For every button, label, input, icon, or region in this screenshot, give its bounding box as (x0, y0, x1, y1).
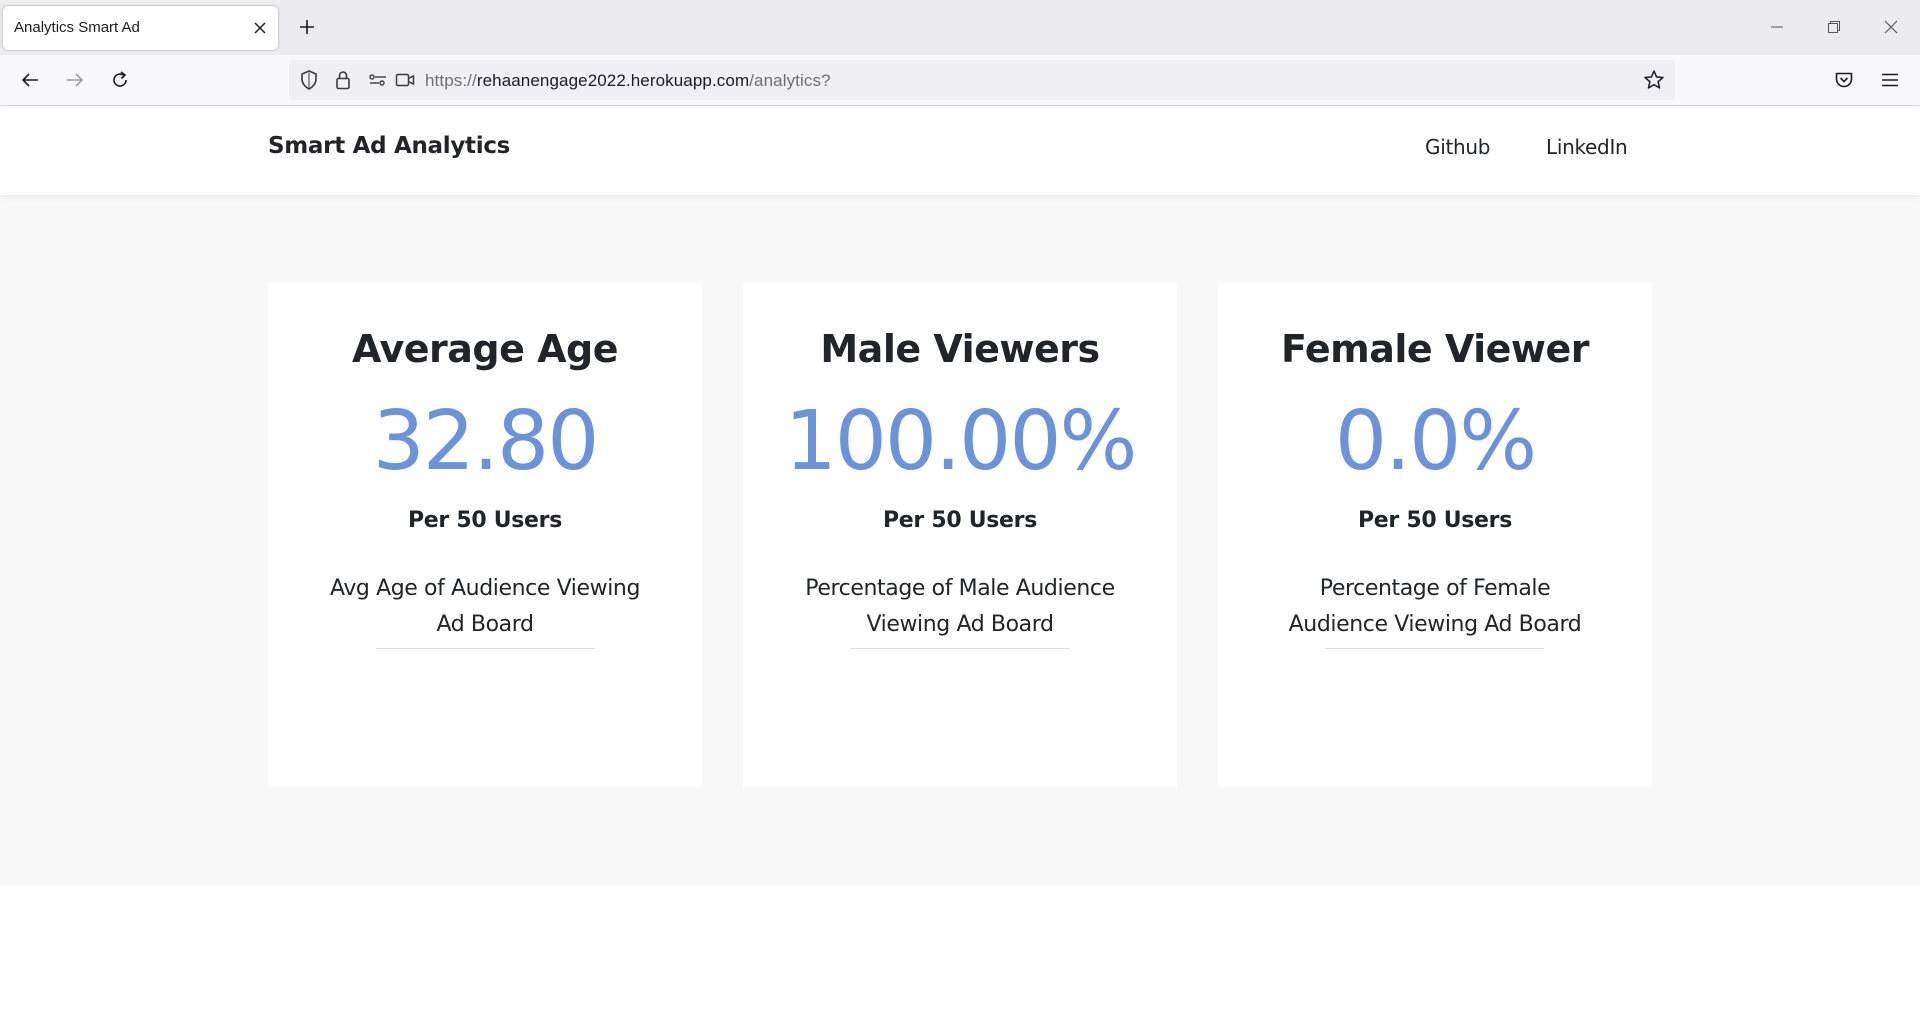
tab-title: Analytics Smart Ad (14, 19, 140, 36)
permissions-icon[interactable] (366, 68, 390, 92)
card-value: 32.80 (372, 394, 600, 489)
new-tab-icon[interactable] (294, 14, 320, 40)
url-host: rehaanengage2022.herokuapp.com (476, 71, 750, 90)
camera-icon[interactable] (393, 68, 417, 92)
card-subtitle: Per 50 Users (407, 508, 563, 533)
card-title: Average Age (351, 327, 619, 371)
restore-icon[interactable] (1822, 15, 1846, 39)
web-page: Smart Ad Analytics Github LinkedIn Avera… (0, 107, 1920, 1028)
forward-arrow-icon[interactable] (61, 66, 89, 94)
url-scheme: https:// (425, 71, 477, 90)
card-title: Male Viewers (820, 327, 1100, 371)
stat-card-female-viewer: Female Viewer 0.0% Per 50 Users Percenta… (1218, 283, 1652, 787)
reload-icon[interactable] (106, 66, 134, 94)
window-close-icon[interactable] (1879, 15, 1903, 39)
shield-icon[interactable] (297, 68, 321, 92)
pocket-icon[interactable] (1830, 66, 1858, 94)
card-divider (1326, 648, 1544, 649)
stat-card-average-age: Average Age 32.80 Per 50 Users Avg Age o… (268, 283, 702, 787)
site-brand[interactable]: Smart Ad Analytics (268, 133, 510, 159)
card-description: Avg Age of Audience Viewing Ad Board (329, 576, 641, 637)
menu-hamburger-icon[interactable] (1876, 66, 1904, 94)
card-divider (851, 648, 1069, 649)
minimize-icon[interactable] (1765, 15, 1789, 39)
bookmark-star-icon[interactable] (1642, 68, 1666, 92)
browser-tab-strip: Analytics Smart Ad (0, 0, 1920, 55)
browser-toolbar: https://rehaanengage2022.herokuapp.com/a… (0, 55, 1920, 106)
url-path: /analytics? (749, 71, 831, 90)
card-subtitle: Per 50 Users (882, 508, 1038, 533)
card-description: Percentage of Male Audience Viewing Ad B… (805, 576, 1115, 637)
lock-icon[interactable] (331, 68, 355, 92)
stat-card-male-viewers: Male Viewers 100.00% Per 50 Users Percen… (743, 283, 1177, 787)
card-value: 100.00% (784, 394, 1138, 489)
card-description: Percentage of Female Audience Viewing Ad… (1288, 576, 1582, 637)
card-subtitle: Per 50 Users (1357, 508, 1513, 533)
stats-section: Average Age 32.80 Per 50 Users Avg Age o… (0, 195, 1920, 886)
url-text: https://rehaanengage2022.herokuapp.com/a… (425, 71, 831, 91)
nav-link-github[interactable]: Github (1425, 135, 1490, 159)
back-arrow-icon[interactable] (16, 66, 44, 94)
card-title: Female Viewer (1280, 327, 1590, 371)
close-tab-icon[interactable] (250, 18, 270, 38)
nav-link-linkedin[interactable]: LinkedIn (1546, 135, 1628, 159)
card-value: 0.0% (1334, 394, 1537, 489)
site-header: Smart Ad Analytics Github LinkedIn (0, 107, 1920, 195)
browser-tab[interactable]: Analytics Smart Ad (3, 6, 278, 50)
card-divider (376, 648, 594, 649)
address-bar[interactable]: https://rehaanengage2022.herokuapp.com/a… (289, 60, 1675, 100)
